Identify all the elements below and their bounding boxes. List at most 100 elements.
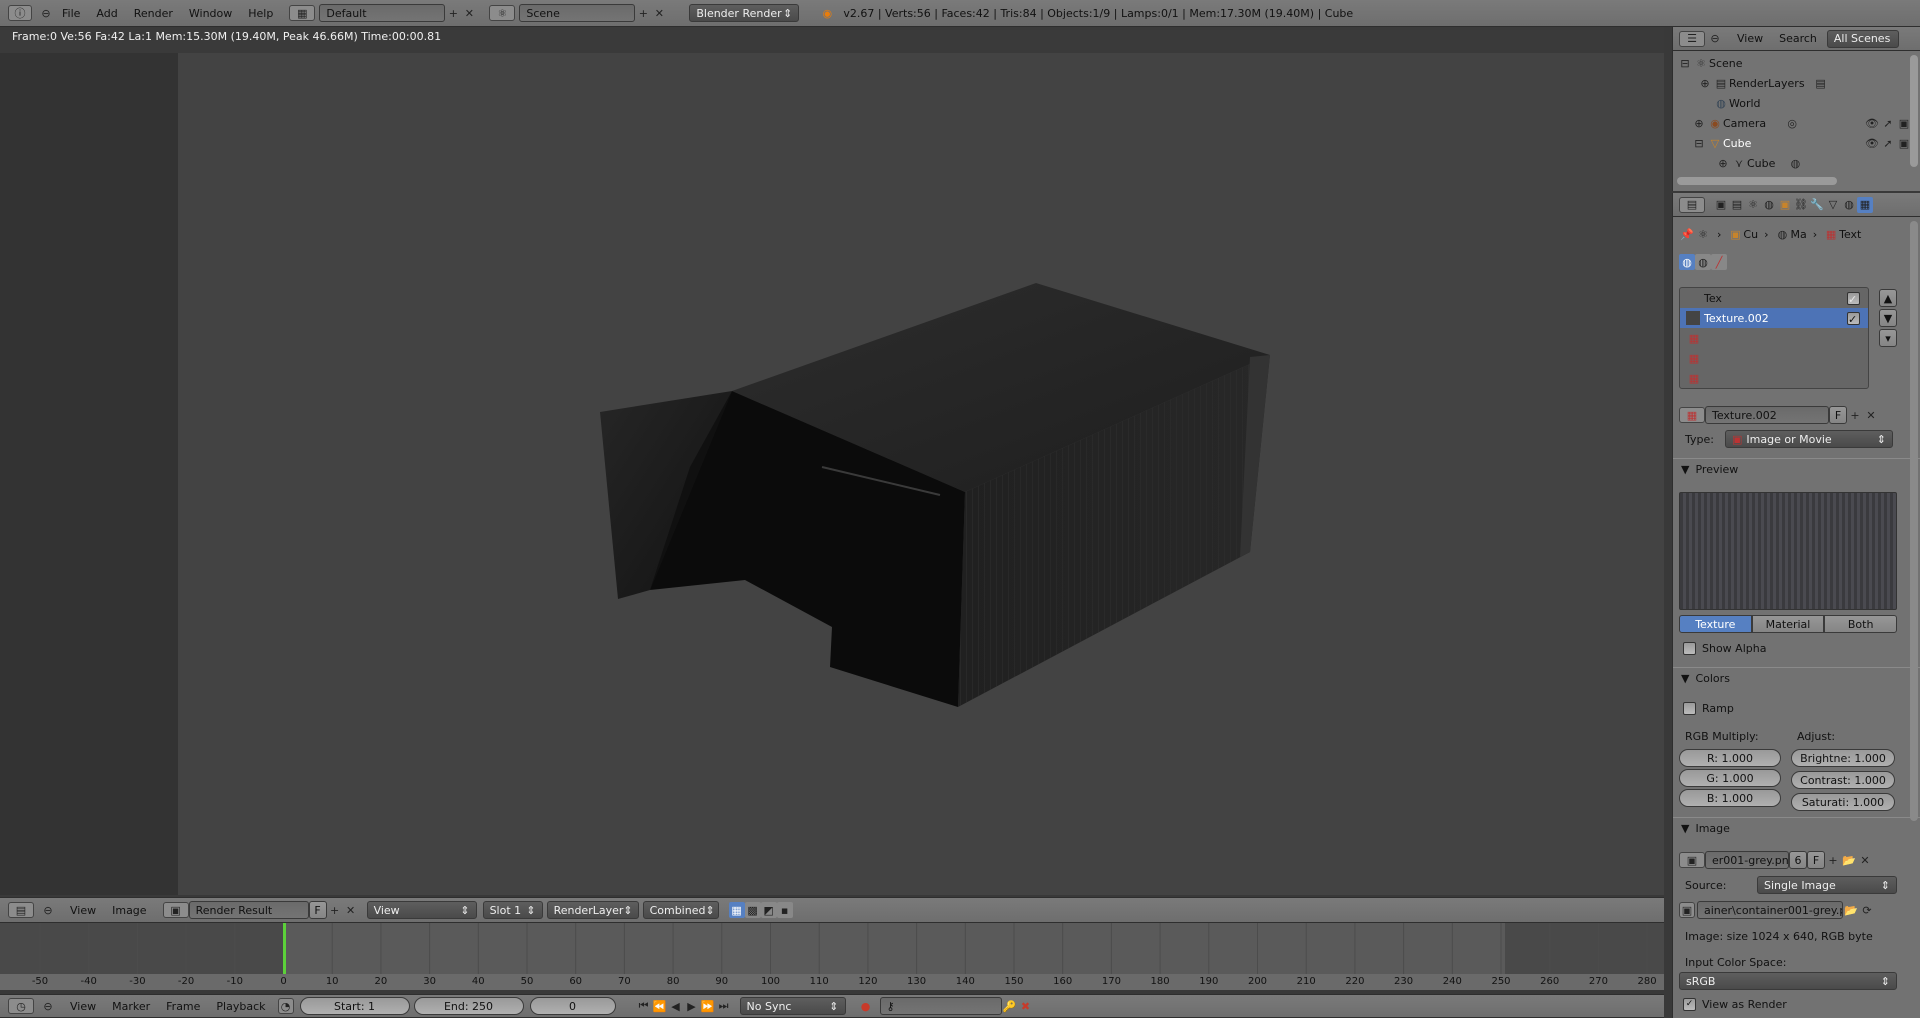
menu-view[interactable]: View	[62, 1000, 104, 1013]
texture-tab-icon[interactable]: ▦	[1857, 196, 1873, 213]
fake-user-button[interactable]: F	[1829, 406, 1847, 424]
image-browse-icon[interactable]: ▣	[1679, 852, 1705, 868]
start-frame-field[interactable]: Start: 1	[299, 997, 410, 1015]
scene-name-field[interactable]: Scene	[519, 4, 636, 22]
add-scene-icon[interactable]: +	[635, 5, 651, 21]
menu-marker[interactable]: Marker	[104, 1000, 158, 1013]
timeline-editor-icon[interactable]: ◷	[8, 998, 34, 1014]
world-context-icon[interactable]: ◍	[1695, 254, 1711, 270]
ramp-checkbox[interactable]	[1683, 702, 1696, 715]
expand-triangle-icon[interactable]: ⊕	[1697, 75, 1713, 91]
slot-dropdown[interactable]: Slot 1 ⇕	[482, 901, 543, 919]
add-layout-icon[interactable]: +	[445, 5, 461, 21]
collapse-icon[interactable]: ⊖	[40, 998, 56, 1014]
collapse-icon[interactable]: ⊖	[40, 902, 56, 918]
delete-keyframe-icon[interactable]: ✖	[1018, 998, 1034, 1014]
render-layer-dropdown[interactable]: RenderLayer ⇕	[546, 901, 639, 919]
g-multiply-field[interactable]: G: 1.000	[1679, 769, 1781, 787]
render-tab-icon[interactable]: ▣	[1713, 197, 1729, 213]
outliner-scrollbar[interactable]	[1677, 177, 1837, 185]
image-users-button[interactable]: 6	[1789, 851, 1807, 869]
playhead[interactable]	[283, 923, 286, 975]
image-filepath-field[interactable]: ainer\container001-grey.png	[1697, 901, 1843, 919]
remove-layout-icon[interactable]: ✕	[461, 5, 477, 21]
sync-mode-dropdown[interactable]: No Sync ⇕	[739, 997, 846, 1015]
slot-specials-button[interactable]: ▾	[1879, 329, 1897, 347]
layout-name-field[interactable]: Default	[319, 4, 446, 22]
texture-slot-checkbox[interactable]: ✓	[1847, 291, 1860, 306]
texture-slot-empty[interactable]: ▦	[1680, 328, 1868, 348]
texture-slot-empty[interactable]: ▦	[1680, 368, 1868, 388]
properties-scrollbar[interactable]	[1910, 221, 1918, 821]
brightness-field[interactable]: Brightne: 1.000	[1791, 749, 1895, 767]
tree-item-scene[interactable]: ⊟ ⚛ Scene	[1673, 53, 1920, 73]
keying-set-field[interactable]: ⚷	[879, 997, 1002, 1015]
render-layers-tab-icon[interactable]: ▤	[1729, 197, 1745, 213]
menu-render[interactable]: Render	[126, 7, 181, 20]
reload-image-icon[interactable]: ⟳	[1859, 902, 1875, 918]
new-texture-icon[interactable]: +	[1847, 407, 1863, 423]
draw-zbuf-icon[interactable]: ◩	[760, 902, 777, 918]
expand-triangle-icon[interactable]: ⊕	[1691, 115, 1707, 131]
unlink-image-icon[interactable]: ✕	[343, 902, 359, 918]
image-browse-icon[interactable]: ▣	[162, 902, 189, 918]
timeline-area[interactable]	[0, 923, 1664, 979]
properties-editor-icon[interactable]: ▤	[1679, 196, 1705, 213]
texture-type-dropdown[interactable]: ▣ Image or Movie ⇕	[1725, 430, 1893, 448]
fake-user-button[interactable]: F	[1807, 851, 1825, 869]
render-pass-dropdown[interactable]: Combined ⇕	[642, 901, 719, 919]
tree-item-cube-mesh[interactable]: ⊕ ⋎ Cube ◍	[1673, 153, 1920, 173]
colors-panel-header[interactable]: ▼ Colors	[1673, 667, 1920, 689]
menu-search[interactable]: Search	[1771, 32, 1825, 45]
tree-item-camera[interactable]: ⊕ ◉ Camera ◎ 👁 ➚ ▣	[1673, 113, 1920, 133]
outliner-vscrollbar[interactable]	[1910, 55, 1918, 167]
collapse-triangle-icon[interactable]: ⊟	[1677, 55, 1693, 71]
tree-item-cube[interactable]: ⊟ ▽ Cube 👁 ➚ ▣	[1673, 133, 1920, 153]
texture-slot-tex[interactable]: Tex ✓	[1680, 288, 1868, 308]
preview-panel-header[interactable]: ▼ Preview	[1673, 458, 1920, 480]
preview-tab-both[interactable]: Both	[1824, 615, 1898, 633]
tree-item-world[interactable]: ◍ World	[1673, 93, 1920, 113]
visibility-eye-icon[interactable]: 👁	[1864, 115, 1880, 131]
brush-context-icon[interactable]: ╱	[1711, 254, 1727, 270]
pin-icon[interactable]: 📌	[1679, 226, 1695, 242]
contrast-field[interactable]: Contrast: 1.000	[1791, 771, 1895, 789]
menu-window[interactable]: Window	[181, 7, 240, 20]
ramp-row[interactable]: Ramp	[1683, 702, 1734, 715]
menu-view[interactable]: View	[62, 904, 104, 917]
show-alpha-row[interactable]: Show Alpha	[1683, 642, 1766, 655]
outliner-editor-icon[interactable]: ☰	[1679, 30, 1705, 47]
texture-slot-texture002[interactable]: Texture.002 ✓	[1680, 308, 1868, 328]
texture-browse-icon[interactable]: ▦	[1679, 407, 1705, 423]
texture-name-field[interactable]: Texture.002	[1705, 406, 1829, 424]
r-multiply-field[interactable]: R: 1.000	[1679, 749, 1781, 767]
selectable-cursor-icon[interactable]: ➚	[1880, 115, 1896, 131]
collapse-triangle-icon[interactable]: ⊟	[1691, 135, 1707, 151]
material-context-icon[interactable]: ◍	[1679, 254, 1695, 270]
play-icon[interactable]: ▶	[684, 998, 700, 1014]
image-name-field[interactable]: Render Result	[188, 901, 309, 919]
texture-slot-checkbox[interactable]: ✓	[1847, 311, 1860, 326]
image-editor-type-icon[interactable]: ▤	[8, 902, 34, 918]
view-as-render-row[interactable]: ✓ View as Render	[1683, 998, 1787, 1011]
remove-scene-icon[interactable]: ✕	[651, 5, 667, 21]
play-reverse-icon[interactable]: ◀	[668, 998, 684, 1014]
info-editor-icon[interactable]: ⓘ	[8, 5, 32, 21]
collapse-icon[interactable]: ⊖	[38, 5, 54, 21]
record-icon[interactable]: ●	[858, 998, 874, 1014]
color-space-dropdown[interactable]: sRGB ⇕	[1679, 972, 1897, 990]
open-image-icon[interactable]: 📂	[1841, 852, 1857, 868]
end-frame-field[interactable]: End: 250	[413, 997, 524, 1015]
current-frame-field[interactable]: 0	[529, 997, 616, 1015]
menu-frame[interactable]: Frame	[158, 1000, 208, 1013]
unlink-texture-icon[interactable]: ✕	[1863, 407, 1879, 423]
move-slot-down-button[interactable]: ▼	[1879, 309, 1897, 327]
object-tab-icon[interactable]: ▣	[1777, 197, 1793, 213]
jump-keyframe-back-icon[interactable]: ⏪	[652, 998, 668, 1014]
display-filter-dropdown[interactable]: All Scenes	[1826, 29, 1899, 48]
image-source-dropdown[interactable]: Single Image ⇕	[1757, 876, 1897, 894]
screen-layout-icon[interactable]: ▦	[289, 5, 316, 21]
constraints-tab-icon[interactable]: ⛓	[1793, 197, 1809, 213]
view-as-render-checkbox[interactable]: ✓	[1683, 998, 1696, 1011]
collapse-icon[interactable]: ⊖	[1707, 31, 1723, 47]
